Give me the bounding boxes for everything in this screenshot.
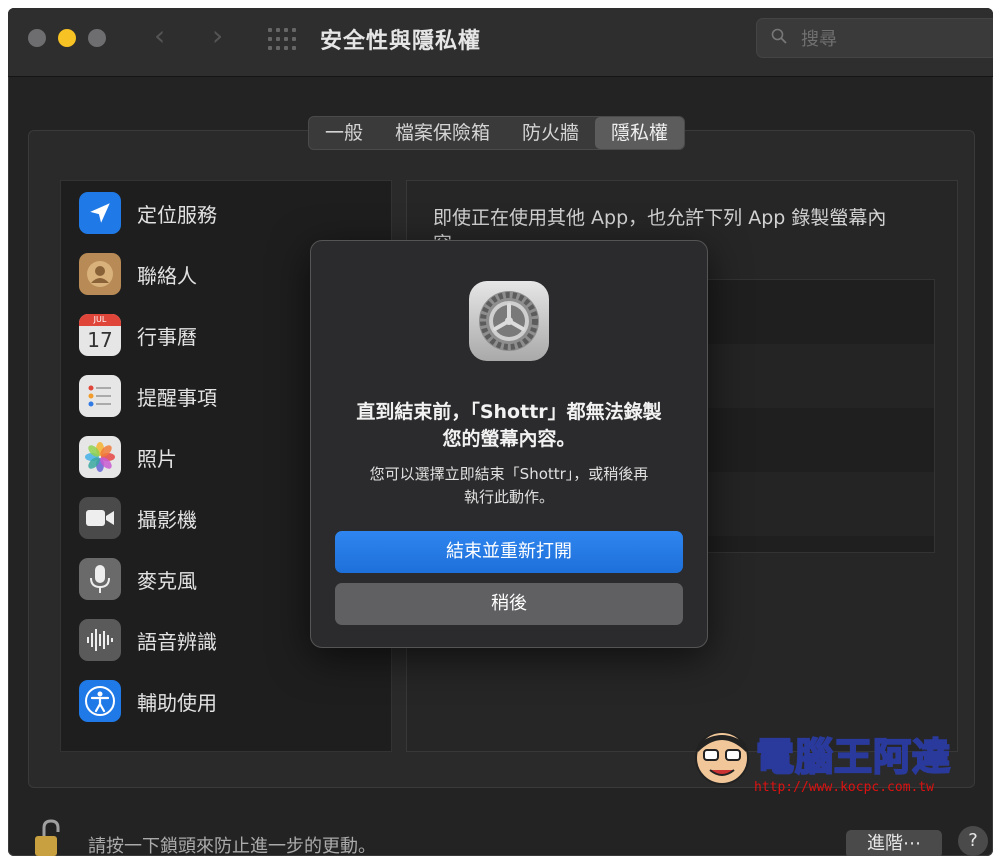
tab-privacy[interactable]: 隱私權 xyxy=(595,117,685,149)
bottom-bar: 請按一下鎖頭來防止進一步的更動。 進階⋯ ? xyxy=(8,806,993,856)
window-title: 安全性與隱私權 xyxy=(320,29,482,54)
watermark: 電腦王阿達 http://www.kocpc.com.tw xyxy=(690,722,970,802)
search-box[interactable] xyxy=(756,18,993,58)
watermark-url: http://www.kocpc.com.tw xyxy=(754,780,935,795)
sidebar-item-label: 攝影機 xyxy=(137,507,197,532)
tab-general[interactable]: 一般 xyxy=(309,117,379,149)
sidebar-item-label: 行事曆 xyxy=(137,324,197,349)
quit-and-reopen-dialog: 直到結束前，「Shottr」都無法錄製 您的螢幕內容。 您可以選擇立即結束「Sh… xyxy=(310,240,708,648)
sidebar-item-label: 輔助使用 xyxy=(137,690,217,715)
sidebar-item-label: 麥克風 xyxy=(137,568,197,593)
sidebar-item-label: 語音辨識 xyxy=(137,629,217,654)
tab-firewall[interactable]: 防火牆 xyxy=(506,117,595,149)
contacts-icon xyxy=(79,253,121,295)
sidebar-item-speech-recognition[interactable]: 語音辨識 xyxy=(79,618,217,662)
mascot-face-icon xyxy=(695,731,749,785)
sidebar-item-microphone[interactable]: 麥克風 xyxy=(79,557,197,601)
lock-instruction-text: 請按一下鎖頭來防止進一步的更動。 xyxy=(88,836,376,856)
reminders-icon xyxy=(79,375,121,417)
later-button[interactable]: 稍後 xyxy=(335,583,683,625)
microphone-icon xyxy=(79,558,121,600)
sidebar-item-camera[interactable]: 攝影機 xyxy=(79,496,197,540)
dialog-title: 直到結束前，「Shottr」都無法錄製 您的螢幕內容。 xyxy=(356,401,662,450)
help-button[interactable]: ? xyxy=(958,826,988,856)
camera-icon xyxy=(79,497,121,539)
search-icon xyxy=(771,28,787,44)
close-button[interactable] xyxy=(28,29,46,47)
watermark-text: 電腦王阿達 xyxy=(755,734,952,780)
advanced-button[interactable]: 進階⋯ xyxy=(846,830,942,856)
system-preferences-gear-icon xyxy=(469,281,549,361)
sidebar-item-photos[interactable]: 照片 xyxy=(79,435,177,479)
sidebar-item-label: 照片 xyxy=(137,446,177,471)
photos-icon xyxy=(79,436,121,478)
sidebar-item-location-services[interactable]: 定位服務 xyxy=(79,191,217,235)
sidebar-item-reminders[interactable]: 提醒事項 xyxy=(79,374,217,418)
sidebar-item-contacts[interactable]: 聯絡人 xyxy=(79,252,197,296)
zoom-button[interactable] xyxy=(88,29,106,47)
location-arrow-icon xyxy=(79,192,121,234)
tab-filevault[interactable]: 檔案保險箱 xyxy=(379,117,506,149)
quit-and-reopen-button[interactable]: 結束並重新打開 xyxy=(335,531,683,573)
sidebar-item-label: 提醒事項 xyxy=(137,385,217,410)
sidebar-item-label: 定位服務 xyxy=(137,202,217,227)
dialog-message: 您可以選擇立即結束「Shottr」，或稍後再 執行此動作。 xyxy=(369,465,649,506)
search-input[interactable] xyxy=(799,25,983,53)
speech-recognition-icon xyxy=(79,619,121,661)
forward-button[interactable]: › xyxy=(212,22,223,50)
tab-bar: 一般 檔案保險箱 防火牆 隱私權 xyxy=(308,116,686,150)
calendar-icon: JUL 17 xyxy=(79,314,121,356)
accessibility-icon xyxy=(79,680,121,722)
back-button[interactable]: ‹ xyxy=(154,22,165,50)
sidebar-item-label: 聯絡人 xyxy=(137,263,197,288)
lock-icon[interactable] xyxy=(32,818,66,856)
minimize-button[interactable] xyxy=(58,29,76,47)
titlebar: ‹ › 安全性與隱私權 xyxy=(8,8,993,77)
show-all-grid-icon[interactable] xyxy=(268,28,296,50)
sidebar-item-calendar[interactable]: JUL 17 行事曆 xyxy=(79,313,197,357)
sidebar-item-accessibility[interactable]: 輔助使用 xyxy=(79,679,217,723)
